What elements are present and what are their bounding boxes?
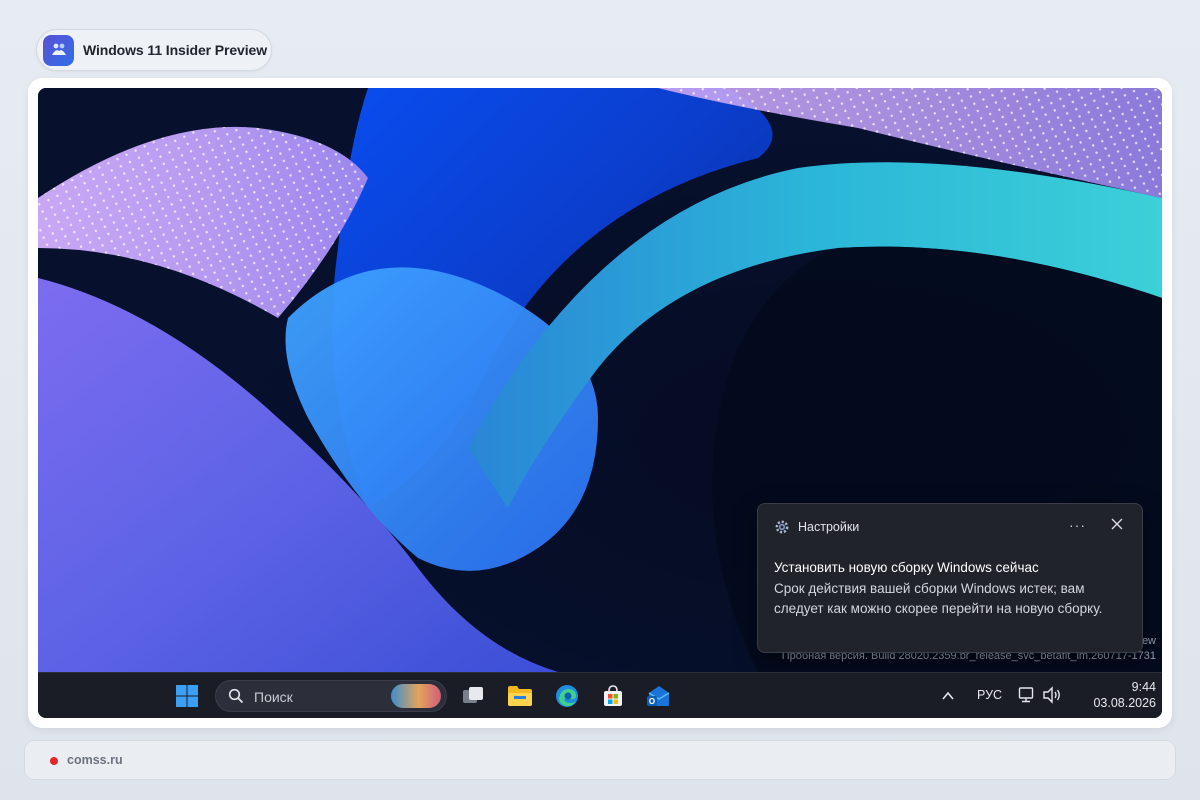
start-icon[interactable]: [173, 682, 201, 710]
screenshot-frame: ew Пробная версия. Build 28020.2359.br_r…: [28, 78, 1172, 728]
desktop-screen: ew Пробная версия. Build 28020.2359.br_r…: [38, 88, 1162, 718]
clock-time: 9:44: [1131, 680, 1156, 694]
taskbar: Поиск O РУС 9:44 03.08.2026: [38, 672, 1162, 718]
gear-icon: [775, 520, 789, 534]
search-highlight-icon[interactable]: [391, 684, 441, 708]
more-options-icon[interactable]: ···: [1069, 517, 1086, 533]
clock-date: 03.08.2026: [1093, 696, 1156, 710]
status-dot: [50, 757, 58, 765]
chevron-up-icon[interactable]: [941, 690, 955, 702]
notification-header: Настройки: [774, 519, 859, 535]
volume-icon[interactable]: [1042, 686, 1062, 704]
close-icon[interactable]: [1110, 517, 1124, 531]
notification-title: Установить новую сборку Windows сейчас: [774, 560, 1039, 575]
clock[interactable]: 9:44 03.08.2026: [1074, 679, 1156, 711]
insider-logo-icon: [43, 34, 74, 66]
app-title: Windows 11 Insider Preview: [83, 42, 268, 58]
search-placeholder: Поиск: [254, 689, 293, 705]
language-indicator[interactable]: РУС: [977, 688, 1002, 702]
notification-app-name: Настройки: [798, 520, 860, 534]
search-icon: [228, 688, 244, 704]
update-notification[interactable]: Настройки ··· Установить новую сборку Wi…: [757, 503, 1143, 653]
file-explorer-icon[interactable]: [506, 682, 534, 710]
task-view-icon[interactable]: [459, 682, 487, 710]
outlook-icon[interactable]: O: [645, 682, 673, 710]
network-icon[interactable]: [1018, 686, 1036, 704]
source-label: comss.ru: [67, 753, 123, 767]
store-icon[interactable]: [599, 682, 627, 710]
svg-text:O: O: [649, 697, 655, 706]
search-input[interactable]: Поиск: [215, 680, 447, 712]
source-footer: comss.ru: [24, 740, 1176, 780]
edge-icon[interactable]: [553, 682, 581, 710]
app-header: Windows 11 Insider Preview: [36, 29, 272, 71]
notification-body: Срок действия вашей сборки Windows истек…: [774, 581, 1103, 616]
